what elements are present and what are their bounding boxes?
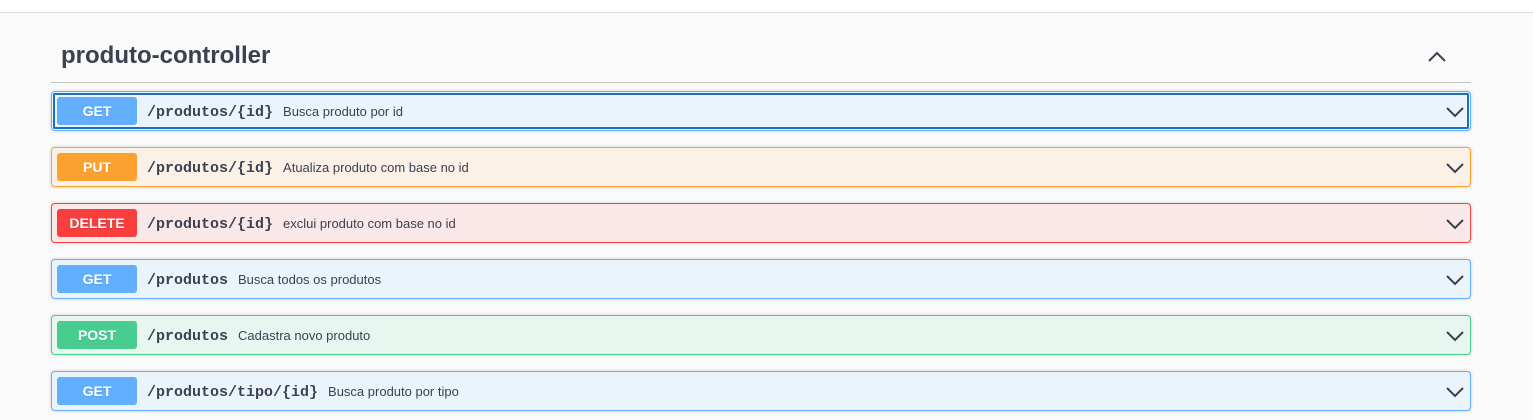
method-badge: PUT [57,153,137,181]
method-badge: GET [57,265,137,293]
chevron-down-icon[interactable] [1444,326,1466,346]
method-badge: POST [57,321,137,349]
operation-path: /produtos/{id} [147,104,274,121]
operation-path: /produtos/tipo/{id} [147,384,319,401]
operation-path: /produtos [147,328,229,345]
path-summary: /produtos/{id} Atualiza produto com base… [147,160,469,177]
tag-section-produto-controller: produto-controller GET /produtos/{id} Bu… [51,32,1471,411]
path-summary: /produtos Busca todos os produtos [147,272,381,289]
chevron-down-icon[interactable] [1444,102,1466,122]
chevron-down-icon[interactable] [1444,382,1466,402]
method-badge: GET [57,97,137,125]
operation-put-produtos-id[interactable]: PUT /produtos/{id} Atualiza produto com … [51,147,1471,187]
section-header[interactable]: produto-controller [51,32,1471,83]
operation-summary: Busca produto por tipo [328,384,459,399]
section-title[interactable]: produto-controller [61,42,270,70]
operation-summary: exclui produto com base no id [283,216,456,231]
chevron-up-icon[interactable] [1423,44,1451,68]
operation-summary: Busca produto por id [283,104,403,119]
chevron-down-icon[interactable] [1444,270,1466,290]
operation-post-produtos[interactable]: POST /produtos Cadastra novo produto [51,315,1471,355]
path-summary: /produtos/{id} Busca produto por id [147,104,403,121]
operation-path: /produtos/{id} [147,160,274,177]
operation-summary: Atualiza produto com base no id [283,160,469,175]
operation-summary: Busca todos os produtos [238,272,382,287]
method-badge: GET [57,377,137,405]
operation-delete-produtos-id[interactable]: DELETE /produtos/{id} exclui produto com… [51,203,1471,243]
operation-summary: Cadastra novo produto [238,328,371,343]
operation-path: /produtos [147,272,229,289]
operation-path: /produtos/{id} [147,216,274,233]
chevron-down-icon[interactable] [1444,214,1466,234]
operation-get-produtos[interactable]: GET /produtos Busca todos os produtos [51,259,1471,299]
operation-get-produtos-id[interactable]: GET /produtos/{id} Busca produto por id [51,91,1471,131]
method-badge: DELETE [57,209,137,237]
chevron-down-icon[interactable] [1444,158,1466,178]
top-bar [0,0,1533,13]
path-summary: /produtos Cadastra novo produto [147,328,370,345]
path-summary: /produtos/tipo/{id} Busca produto por ti… [147,384,459,401]
operation-get-produtos-tipo-id[interactable]: GET /produtos/tipo/{id} Busca produto po… [51,371,1471,411]
path-summary: /produtos/{id} exclui produto com base n… [147,216,456,233]
